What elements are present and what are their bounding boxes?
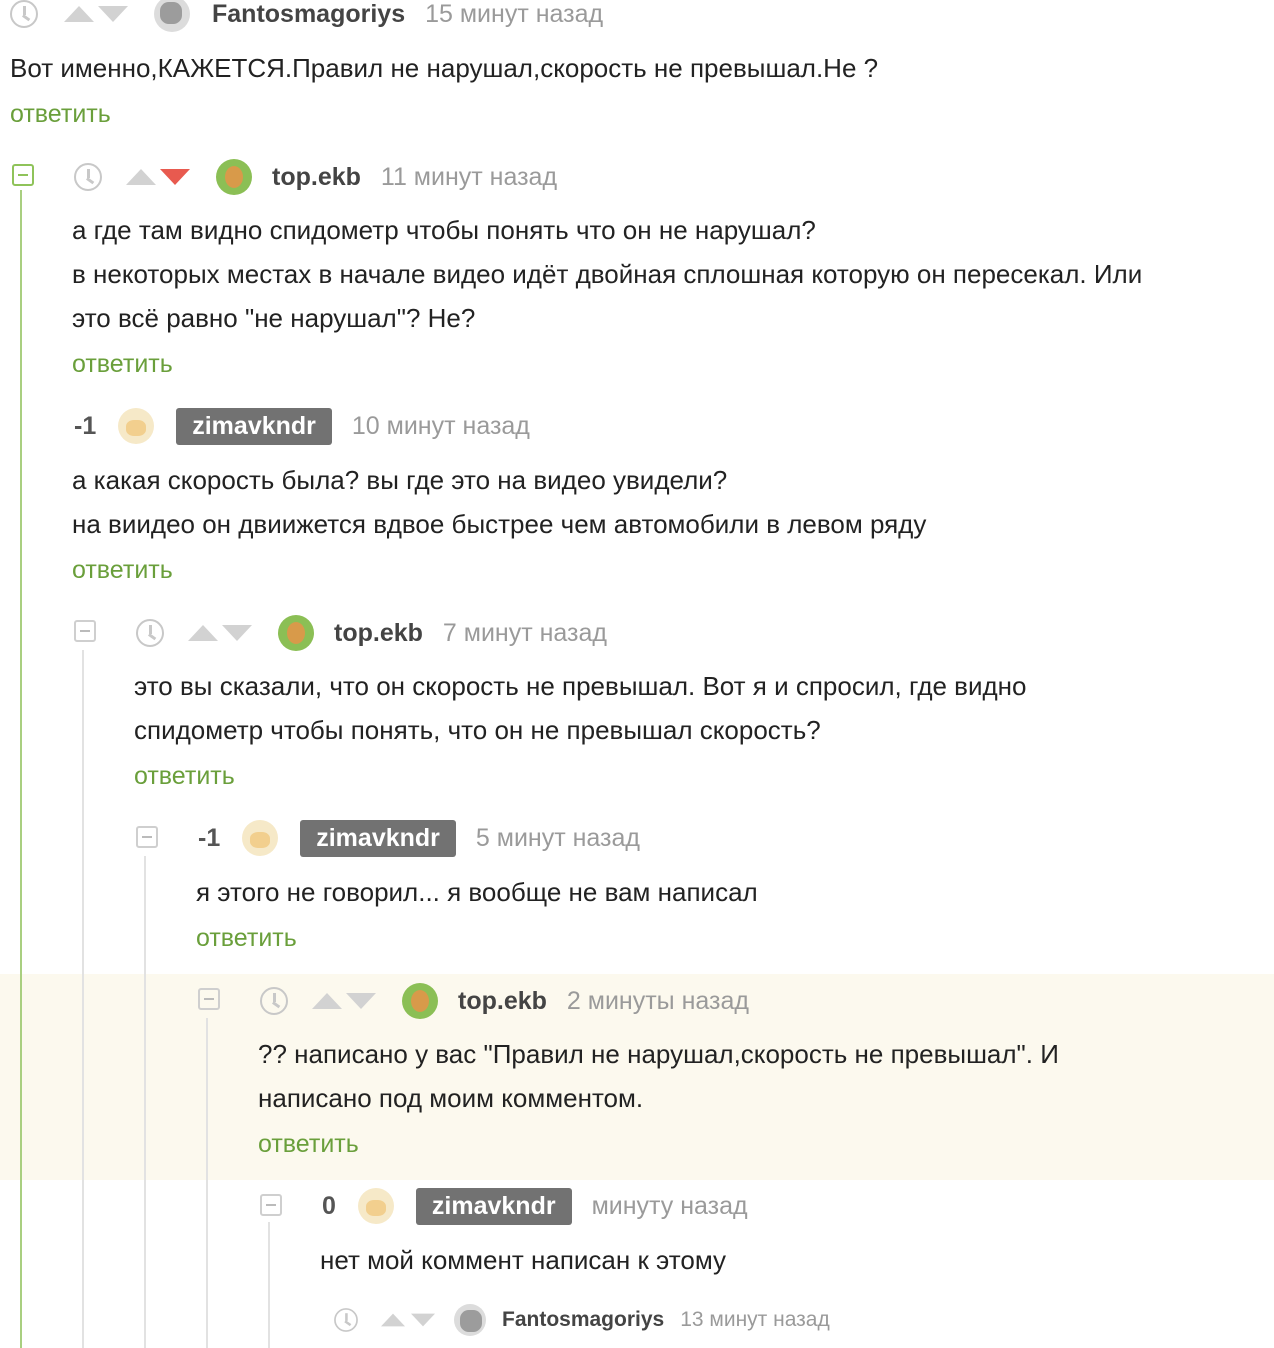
comment-header: -1 zimavkndr 10 минут назад — [74, 406, 530, 446]
comment-score: 0 — [322, 1191, 336, 1220]
reply-link[interactable]: ответить — [72, 556, 173, 585]
avatar[interactable] — [242, 820, 279, 856]
thread-line-level-5[interactable] — [268, 1222, 270, 1348]
collapse-button[interactable] — [12, 164, 34, 186]
comment-header: -1 zimavkndr 5 минут назад — [198, 818, 640, 858]
author-name[interactable]: zimavkndr — [300, 819, 456, 857]
downvote-arrow-icon[interactable] — [222, 625, 252, 641]
clock-icon[interactable] — [136, 619, 164, 647]
comment-score: -1 — [198, 823, 221, 852]
collapse-button[interactable] — [74, 620, 96, 642]
comment-text: а где там видно спидометр чтобы понять ч… — [72, 208, 1142, 340]
avatar[interactable] — [454, 1304, 486, 1336]
downvote-arrow-icon[interactable] — [346, 993, 376, 1009]
comment-line: написано под моим комментом. — [258, 1083, 644, 1113]
comment-line: а где там видно спидометр чтобы понять ч… — [72, 215, 816, 245]
reply-link[interactable]: ответить — [10, 100, 111, 129]
clock-icon[interactable] — [74, 163, 102, 191]
comment-time[interactable]: 5 минут назад — [476, 824, 640, 853]
author-name[interactable]: Fantosmagoriys — [502, 1308, 664, 1332]
comment-text: нет мой коммент написан к этому — [320, 1238, 726, 1282]
comment-time[interactable]: 11 минут назад — [381, 163, 557, 192]
collapse-button[interactable] — [260, 1194, 282, 1216]
collapse-button[interactable] — [198, 988, 220, 1010]
upvote-arrow-icon[interactable] — [381, 1313, 405, 1327]
author-name[interactable]: top.ekb — [334, 619, 423, 648]
avatar[interactable] — [216, 159, 252, 195]
comment-line: спидометр чтобы понять, что он не превыш… — [134, 715, 821, 745]
comment-line: Вот именно,КАЖЕТСЯ.Правил не нарушал,ско… — [10, 53, 879, 83]
comment-text: это вы сказали, что он скорость не превы… — [134, 664, 1027, 752]
comment-header: top.ekb 7 минут назад — [136, 613, 607, 653]
comment-time[interactable]: 15 минут назад — [425, 0, 603, 29]
avatar[interactable] — [357, 1188, 394, 1224]
comment-line: это вы сказали, что он скорость не превы… — [134, 671, 1027, 701]
comment-text: Вот именно,КАЖЕТСЯ.Правил не нарушал,ско… — [10, 46, 878, 90]
comment-header: top.ekb 11 минут назад — [74, 157, 557, 197]
comment-line: ?? написано у вас "Правил не нарушал,ско… — [258, 1039, 1059, 1069]
thread-line-level-4[interactable] — [206, 1018, 208, 1348]
avatar[interactable] — [402, 983, 438, 1019]
comment-line: в некоторых местах в начале видео идёт д… — [72, 259, 1143, 289]
thread-line-level-3[interactable] — [144, 856, 146, 1348]
comment-time[interactable]: 10 минут назад — [352, 412, 530, 441]
comment-time[interactable]: 13 минут назад — [680, 1308, 830, 1332]
comment-line: на виидео он двиижется вдвое быстрее чем… — [72, 509, 927, 539]
thread-line-level-1[interactable] — [20, 190, 22, 1348]
comment-line: а какая скорость была? вы где это на вид… — [72, 465, 728, 495]
upvote-arrow-icon[interactable] — [64, 6, 94, 22]
comment-text: я этого не говорил... я вообще не вам на… — [196, 870, 758, 914]
avatar[interactable] — [118, 408, 155, 444]
reply-link[interactable]: ответить — [196, 924, 297, 953]
comment-line: я этого не говорил... я вообще не вам на… — [196, 877, 758, 907]
clock-icon[interactable] — [334, 1308, 358, 1332]
comment-header: Fantosmagoriys 15 минут назад — [10, 0, 603, 34]
reply-link[interactable]: ответить — [258, 1130, 359, 1159]
comment-header: Fantosmagoriys 13 минут назад — [332, 1300, 830, 1340]
clock-icon[interactable] — [260, 987, 288, 1015]
downvote-arrow-icon[interactable] — [160, 169, 190, 185]
upvote-arrow-icon[interactable] — [188, 625, 218, 641]
comment-time[interactable]: 7 минут назад — [443, 619, 607, 648]
comment-time[interactable]: 2 минуты назад — [567, 987, 749, 1016]
downvote-arrow-icon[interactable] — [411, 1313, 435, 1327]
author-name[interactable]: Fantosmagoriys — [212, 0, 405, 29]
collapse-button[interactable] — [136, 826, 158, 848]
downvote-arrow-icon[interactable] — [98, 6, 128, 22]
upvote-arrow-icon[interactable] — [312, 993, 342, 1009]
author-name[interactable]: zimavkndr — [176, 407, 332, 445]
comment-text: ?? написано у вас "Правил не нарушал,ско… — [258, 1032, 1059, 1120]
thread-line-level-2[interactable] — [82, 650, 84, 1348]
clock-icon[interactable] — [10, 0, 38, 28]
author-name[interactable]: zimavkndr — [415, 1187, 572, 1225]
upvote-arrow-icon[interactable] — [126, 169, 156, 185]
comment-line: нет мой коммент написан к этому — [320, 1245, 726, 1275]
avatar[interactable] — [278, 615, 314, 651]
comment-time[interactable]: минуту назад — [592, 1192, 748, 1221]
reply-link[interactable]: ответить — [134, 762, 235, 791]
author-name[interactable]: top.ekb — [272, 163, 361, 192]
avatar[interactable] — [154, 0, 190, 32]
comment-line: это всё равно "не нарушал"? Не? — [72, 303, 476, 333]
comment-text: а какая скорость была? вы где это на вид… — [72, 458, 926, 546]
author-name[interactable]: top.ekb — [458, 987, 547, 1016]
comment-header: 0 zimavkndr минуту назад — [322, 1186, 748, 1226]
comment-header: top.ekb 2 минуты назад — [260, 981, 749, 1021]
reply-link[interactable]: ответить — [72, 350, 173, 379]
comment-score: -1 — [74, 411, 97, 440]
